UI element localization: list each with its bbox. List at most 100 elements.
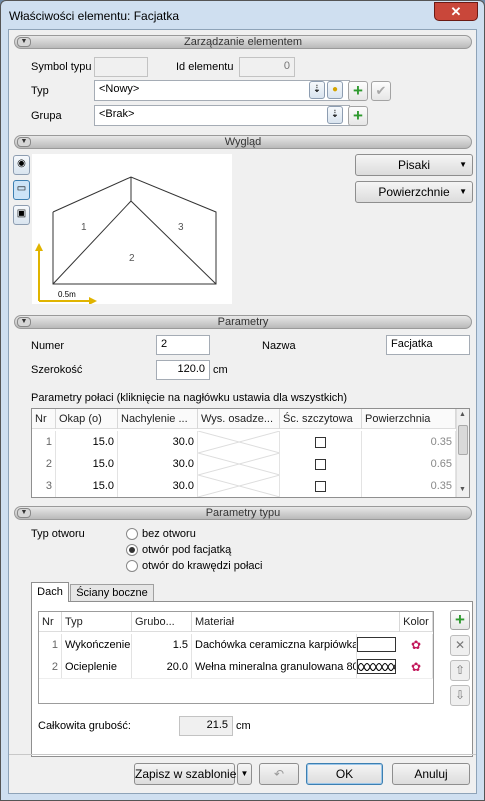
col-header-typ[interactable]: Typ [62,612,132,632]
slope-row-area: 0.65 [362,453,456,475]
number-label: Numer [31,340,65,352]
number-field[interactable]: 2 [156,335,210,355]
add-group-button[interactable]: + [348,106,368,126]
total-thickness-label: Całkowita grubość: [38,720,131,732]
layer-row-grubosc[interactable]: 1.5 [132,634,192,656]
table-row[interactable]: 2 Ocieplenie 20.0 Wełna mineralna granul… [39,656,433,678]
collapse-icon[interactable]: ▼ [17,317,31,327]
camera-icon[interactable]: ◉ [13,155,30,175]
color-palette-icon[interactable]: ✿ [400,656,433,678]
table-row[interactable]: 3 15.0 30.0 0.35 [32,475,456,497]
group-combo[interactable]: <Brak> [94,105,350,126]
move-up-icon[interactable]: ⇧ [450,660,470,681]
add-layer-button[interactable]: + [450,610,470,630]
section-appearance-title: Wygląd [224,136,262,148]
col-header-wys[interactable]: Wys. osadze... [198,409,280,429]
layer-fill-swatch[interactable] [357,637,396,652]
slopes-table: Nr Okap (o) Nachylenie ... Wys. osadze..… [31,408,470,498]
slope-row-okap[interactable]: 15.0 [56,475,118,497]
scroll-down-icon[interactable]: ▼ [459,486,466,493]
insulation-pattern-icon [358,663,395,671]
checkbox-icon[interactable] [315,458,326,470]
slope-row-okap[interactable]: 15.0 [56,431,118,453]
element-id-field[interactable]: 0 [239,57,295,77]
section-params-header[interactable]: ▼ Parametry [14,315,472,329]
layers-table: Nr Typ Grubo... Materiał Kolor 1 Wykończ… [38,611,434,704]
hip-line-right [130,200,217,285]
col-header-nr[interactable]: Nr [32,409,56,429]
tab-side-walls[interactable]: Ściany boczne [70,584,154,602]
layer-row-typ[interactable]: Wykończenie [62,634,132,656]
group-picker-icon[interactable]: ⇣ [327,106,343,124]
view-2d-icon[interactable]: ▭ [13,180,30,200]
slope-row-okap[interactable]: 15.0 [56,453,118,475]
close-button[interactable]: ✕ [434,2,478,21]
col-header-nr[interactable]: Nr [39,612,62,632]
section-management-header[interactable]: ▼ Zarządzanie elementem [14,35,472,49]
slope-row-nachylenie[interactable]: 30.0 [118,431,198,453]
layer-row-material[interactable]: Wełna mineralna granulowana 80 [192,656,357,678]
symbol-type-field[interactable] [94,57,148,77]
axis-x-arrowhead [89,297,97,305]
pens-button[interactable]: Pisaki ▼ [355,154,473,176]
bulb-icon[interactable]: ● [327,81,343,99]
slope-row-gable-checkbox[interactable] [280,475,362,497]
layer-row-material[interactable]: Dachówka ceramiczna karpiówka [192,634,357,656]
scrollbar-thumb[interactable] [458,425,468,455]
col-header-nachylenie[interactable]: Nachylenie ... [118,409,198,429]
col-header-powierzchnia[interactable]: Powierzchnia [362,409,456,429]
layer-row-nr: 2 [39,656,62,678]
section-appearance-header[interactable]: ▼ Wygląd [14,135,472,149]
surfaces-button[interactable]: Powierzchnie ▼ [355,181,473,203]
slope-row-gable-checkbox[interactable] [280,431,362,453]
slope-row-gable-checkbox[interactable] [280,453,362,475]
scroll-up-icon[interactable]: ▲ [459,411,466,418]
collapse-icon[interactable]: ▼ [17,137,31,147]
radio-no-opening[interactable] [126,528,138,540]
layer-row-grubosc[interactable]: 20.0 [132,656,192,678]
slope-row-nachylenie[interactable]: 30.0 [118,475,198,497]
table-row[interactable]: 1 Wykończenie 1.5 Dachówka ceramiczna ka… [39,634,433,656]
view-3d-icon[interactable]: ▣ [13,205,30,225]
radio-opening-to-edge[interactable] [126,560,138,572]
ok-button[interactable]: OK [306,763,383,785]
col-header-sciana[interactable]: Śc. szczytowa [280,409,362,429]
table-row[interactable]: 1 15.0 30.0 0.35 [32,431,456,453]
col-header-grubosc[interactable]: Grubo... [132,612,192,632]
slope-label-1: 1 [81,222,87,233]
radio-opening-under-dormer-label[interactable]: otwór pod facjatką [142,544,231,556]
col-header-okap[interactable]: Okap (o) [56,409,118,429]
slope-row-nachylenie[interactable]: 30.0 [118,453,198,475]
checkbox-icon[interactable] [315,480,326,492]
type-picker-icon[interactable]: ⇣ [309,81,325,99]
dialog-client: ▼ Zarządzanie elementem Symbol typu Id e… [8,29,477,794]
radio-opening-under-dormer[interactable] [126,544,138,556]
radio-opening-to-edge-label[interactable]: otwór do krawędzi połaci [142,560,262,572]
table-scrollbar[interactable]: ▲ ▼ [456,409,469,497]
collapse-icon[interactable]: ▼ [17,37,31,47]
name-field[interactable]: Facjatka [386,335,470,355]
insulation-hatch-swatch[interactable] [357,659,396,674]
color-palette-icon[interactable]: ✿ [400,634,433,656]
save-template-button[interactable]: Zapisz w szablonie [134,763,236,785]
confirm-type-button[interactable]: ✔ [371,81,391,101]
checkbox-icon[interactable] [315,436,326,448]
layer-row-typ[interactable]: Ocieplenie [62,656,132,678]
table-row[interactable]: 2 15.0 30.0 0.65 [32,453,456,475]
section-management-title: Zarządzanie elementem [183,36,302,48]
collapse-icon[interactable]: ▼ [17,508,31,518]
add-type-button[interactable]: + [348,81,368,101]
cancel-button[interactable]: Anuluj [392,763,470,785]
tab-roof[interactable]: Dach [31,582,69,602]
radio-no-opening-label[interactable]: bez otworu [142,528,196,540]
undo-button[interactable]: ↶ [259,763,299,785]
section-type-params-header[interactable]: ▼ Parametry typu [14,506,472,520]
save-template-dropdown[interactable]: ▼ [237,763,252,785]
group-label: Grupa [31,110,62,122]
col-header-kolor[interactable]: Kolor [400,612,433,632]
type-combo-value: <Nowy> [99,83,140,95]
width-field[interactable]: 120.0 [156,360,210,380]
move-down-icon[interactable]: ⇩ [450,685,470,706]
delete-layer-button[interactable]: ✕ [450,635,470,656]
col-header-material[interactable]: Materiał [192,612,400,632]
